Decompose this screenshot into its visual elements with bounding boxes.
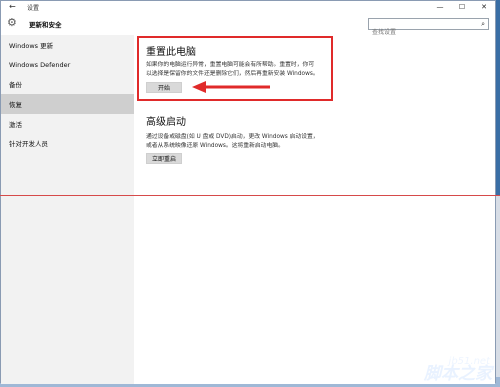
annotation-arrow-icon xyxy=(192,81,270,93)
watermark-logo: 脚本之家 xyxy=(424,364,492,384)
annotation-divider-line xyxy=(0,195,500,196)
